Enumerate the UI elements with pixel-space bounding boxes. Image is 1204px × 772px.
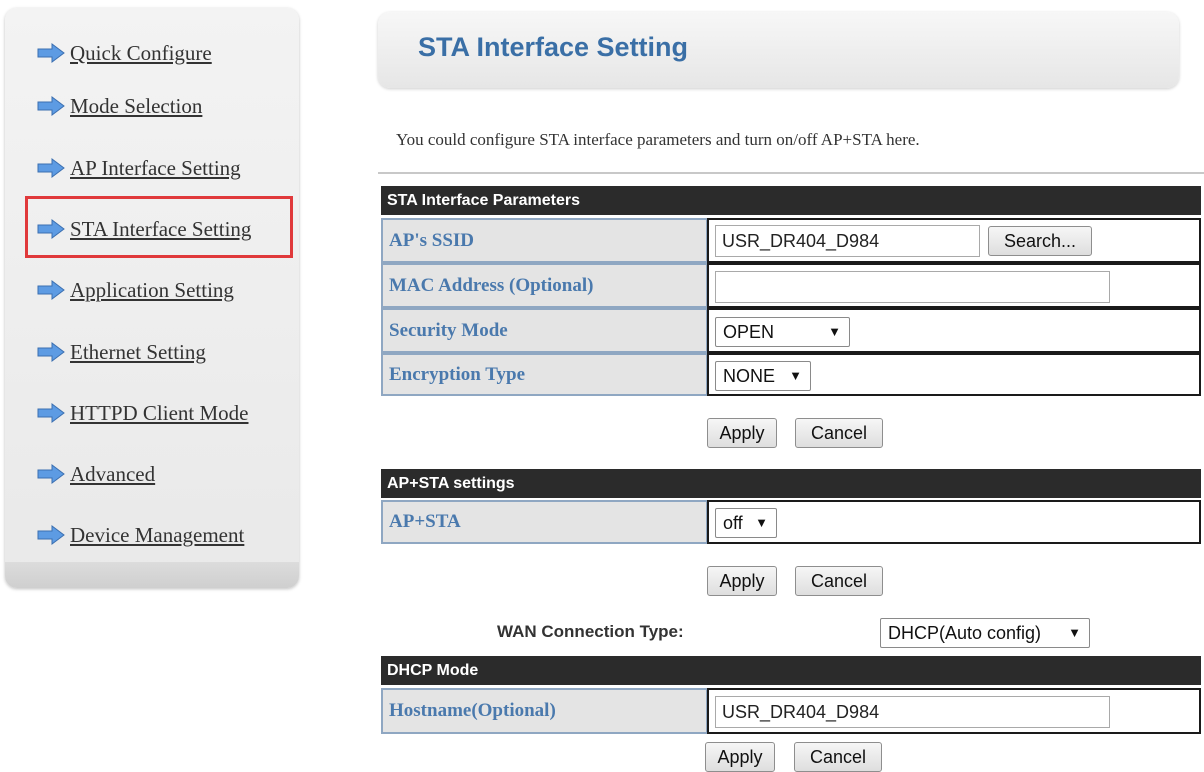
field-value-cell [707,263,1201,308]
sidebar-item-advanced[interactable]: Advanced [36,459,155,489]
apsta-value: off [723,513,743,533]
ssid-input[interactable]: USR_DR404_D984 [715,225,980,257]
sidebar-item-label: Mode Selection [70,93,203,118]
field-label: Hostname(Optional) [381,688,708,734]
security-mode-select[interactable]: OPEN ▼ [715,317,850,347]
row-encryption-type: Encryption Type NONE ▼ [381,353,1201,396]
field-value-cell: NONE ▼ [707,353,1201,396]
sidebar-item-label: Quick Configure [70,40,212,65]
dropdown-caret-icon: ▼ [789,368,802,383]
page-title: STA Interface Setting [418,32,689,62]
wan-connection-type-label: WAN Connection Type: [497,622,684,641]
section-header-apsta: AP+STA settings [381,469,1201,498]
row-mac-address: MAC Address (Optional) [381,263,1201,308]
sidebar-item-ethernet-setting[interactable]: Ethernet Setting [36,337,206,367]
sidebar-item-mode-selection[interactable]: Mode Selection [36,91,202,121]
page-header: STA Interface Setting [378,12,1179,88]
intro-text: You could configure STA interface parame… [396,130,920,149]
security-mode-value: OPEN [723,322,775,342]
field-value-cell: USR_DR404_D984 [707,688,1201,734]
mac-address-input[interactable] [715,271,1110,303]
sidebar-item-ap-interface-setting[interactable]: AP Interface Setting [36,153,241,183]
divider [378,172,1204,174]
sta-cancel-button[interactable]: Cancel [795,418,883,448]
apsta-cancel-button[interactable]: Cancel [795,566,883,596]
arrow-right-icon [37,464,65,484]
field-value-cell: OPEN ▼ [707,308,1201,353]
wan-connection-type-value: DHCP(Auto config) [888,623,1042,643]
arrow-right-icon [37,43,65,63]
wan-connection-type-select[interactable]: DHCP(Auto config) ▼ [880,618,1090,648]
sidebar-item-quick-configure[interactable]: Quick Configure [36,38,212,68]
dropdown-caret-icon: ▼ [755,515,768,530]
encryption-type-value: NONE [723,366,776,386]
arrow-right-icon [37,342,65,362]
sidebar-item-device-management[interactable]: Device Management [36,520,244,550]
sidebar-item-httpd-client-mode[interactable]: HTTPD Client Mode [36,398,249,428]
sidebar-item-label: AP Interface Setting [70,155,241,180]
sidebar-item-application-setting[interactable]: Application Setting [36,275,234,305]
encryption-type-select[interactable]: NONE ▼ [715,361,811,391]
field-label: Encryption Type [381,353,708,396]
sidebar-item-label: Device Management [70,522,245,547]
sidebar-item-label: HTTPD Client Mode [70,400,249,425]
apsta-select[interactable]: off ▼ [715,508,777,538]
dhcp-cancel-button[interactable]: Cancel [794,742,882,772]
dropdown-caret-icon: ▼ [1068,625,1081,640]
sidebar-item-label: Ethernet Setting [70,339,206,364]
field-label: Security Mode [381,308,708,353]
field-value-cell: off ▼ [707,500,1201,544]
dropdown-caret-icon: ▼ [828,324,841,339]
arrow-right-icon [37,96,65,116]
row-security-mode: Security Mode OPEN ▼ [381,308,1201,353]
section-header-dhcp: DHCP Mode [381,656,1201,685]
selected-item-highlight [25,196,293,258]
sidebar-item-label: Application Setting [70,277,234,302]
sidebar-footer [5,562,299,588]
search-button[interactable]: Search... [988,226,1092,256]
hostname-input[interactable]: USR_DR404_D984 [715,696,1110,728]
field-label: MAC Address (Optional) [381,263,708,308]
row-hostname: Hostname(Optional) USR_DR404_D984 [381,688,1201,734]
apsta-apply-button[interactable]: Apply [707,566,777,596]
arrow-right-icon [37,525,65,545]
arrow-right-icon [37,403,65,423]
dhcp-apply-button[interactable]: Apply [705,742,775,772]
sidebar-item-label: Advanced [70,461,156,486]
row-ap-ssid: AP's SSID USR_DR404_D984 Search... [381,218,1201,263]
row-apsta: AP+STA off ▼ [381,500,1201,544]
arrow-right-icon [37,280,65,300]
section-header-sta-params: STA Interface Parameters [381,186,1201,215]
arrow-right-icon [37,158,65,178]
field-label: AP's SSID [381,218,708,263]
field-value-cell: USR_DR404_D984 Search... [707,218,1201,263]
sta-apply-button[interactable]: Apply [707,418,777,448]
field-label: AP+STA [381,500,708,544]
